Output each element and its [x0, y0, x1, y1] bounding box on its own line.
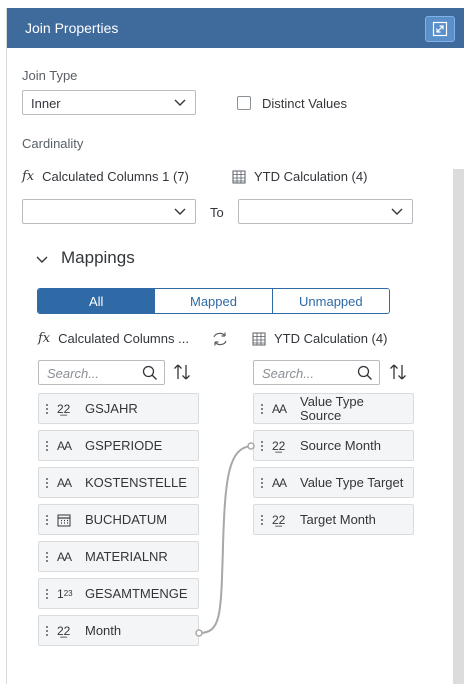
- date-type-icon: 2̲2: [57, 401, 71, 416]
- right-search-field[interactable]: Search...: [253, 360, 380, 385]
- string-type-icon: AA: [57, 475, 72, 490]
- join-type-value: Inner: [31, 96, 61, 111]
- left-search-field[interactable]: Search...: [38, 360, 165, 385]
- scrollbar[interactable]: [453, 169, 464, 684]
- to-label: To: [210, 205, 224, 220]
- drag-handle-icon[interactable]: [45, 588, 49, 599]
- column-label: GSPERIODE: [85, 437, 163, 453]
- string-type-icon: AA: [57, 438, 72, 453]
- segment-unmapped[interactable]: Unmapped: [271, 289, 389, 313]
- drag-handle-icon[interactable]: [260, 403, 264, 414]
- left-mapping-header: fx Calculated Columns ...: [38, 331, 189, 346]
- column-label: GESAMTMENGE: [85, 585, 188, 601]
- column-label: BUCHDATUM: [85, 511, 168, 527]
- column-label: Month: [85, 622, 122, 638]
- left-column-materialnr[interactable]: AA MATERIALNR: [38, 541, 199, 572]
- right-column-value-type-target[interactable]: AA Value Type Target: [253, 467, 414, 498]
- join-properties-panel: Join Properties Join Type Inner Distinct…: [6, 8, 464, 684]
- calendar-icon: [57, 513, 79, 527]
- mappings-title: Mappings: [61, 248, 135, 267]
- table-icon: [232, 170, 246, 183]
- drag-handle-icon[interactable]: [45, 403, 49, 414]
- left-column-buchdatum[interactable]: BUCHDATUM: [38, 504, 199, 535]
- string-type-icon: AA: [272, 401, 287, 416]
- segment-all[interactable]: All: [38, 289, 155, 313]
- left-column-month[interactable]: 2̲2 Month: [38, 615, 199, 646]
- formula-icon: fx: [22, 169, 35, 184]
- panel-title: Join Properties: [25, 20, 119, 36]
- search-icon[interactable]: [357, 365, 373, 381]
- search-icon[interactable]: [142, 365, 158, 381]
- join-type-label: Join Type: [22, 68, 78, 83]
- column-label: Source Month: [300, 437, 381, 453]
- collapse-chevron-icon[interactable]: [35, 254, 49, 266]
- swap-icon[interactable]: [211, 331, 229, 347]
- left-search-placeholder: Search...: [47, 366, 100, 381]
- string-type-icon: AA: [57, 549, 72, 564]
- column-label: KOSTENSTELLE: [85, 474, 187, 490]
- column-label: GSJAHR: [85, 400, 138, 416]
- drag-handle-icon[interactable]: [45, 477, 49, 488]
- drag-handle-icon[interactable]: [45, 514, 49, 525]
- right-column-source-month[interactable]: 2̲2 Source Month: [253, 430, 414, 461]
- sort-icon[interactable]: [389, 363, 407, 381]
- right-search-placeholder: Search...: [262, 366, 315, 381]
- left-column-gsperiode[interactable]: AA GSPERIODE: [38, 430, 199, 461]
- left-mapping-header-label: Calculated Columns ...: [58, 331, 189, 346]
- column-label: Value Type Target: [300, 474, 404, 490]
- drag-handle-icon[interactable]: [45, 440, 49, 451]
- number-type-icon: 1 23: [57, 586, 73, 601]
- chevron-down-icon: [174, 99, 186, 106]
- distinct-values-label: Distinct Values: [262, 96, 348, 111]
- mapping-filter-segmented: All Mapped Unmapped: [37, 288, 390, 314]
- column-label: MATERIALNR: [85, 548, 168, 564]
- left-column-gesamtmenge[interactable]: 1 23 GESAMTMENGE: [38, 578, 199, 609]
- left-column-gsjahr[interactable]: 2̲2 GSJAHR: [38, 393, 199, 424]
- join-type-select[interactable]: Inner: [22, 90, 196, 115]
- right-mapping-header-label: YTD Calculation (4): [274, 331, 388, 346]
- left-cardinality-select[interactable]: [22, 199, 196, 224]
- date-type-icon: 2̲2: [272, 438, 286, 453]
- formula-icon: fx: [38, 331, 51, 346]
- date-type-icon: 2̲2: [57, 623, 71, 638]
- cardinality-label: Cardinality: [22, 136, 84, 151]
- expand-icon: [432, 21, 448, 37]
- right-column-target-month[interactable]: 2̲2 Target Month: [253, 504, 414, 535]
- table-icon: [252, 332, 266, 345]
- drag-handle-icon[interactable]: [45, 625, 49, 636]
- left-column-kostenstelle[interactable]: AA KOSTENSTELLE: [38, 467, 199, 498]
- string-type-icon: AA: [272, 475, 287, 490]
- right-source-label: YTD Calculation (4): [254, 169, 368, 184]
- right-column-value-type-source[interactable]: AA Value Type Source: [253, 393, 414, 424]
- right-mapping-header: YTD Calculation (4): [252, 331, 387, 346]
- segment-mapped[interactable]: Mapped: [154, 289, 272, 313]
- panel-header: Join Properties: [7, 8, 464, 48]
- mapping-connector[interactable]: [193, 436, 263, 640]
- right-source: YTD Calculation (4): [232, 169, 367, 184]
- distinct-values-checkbox[interactable]: [237, 96, 251, 110]
- chevron-down-icon: [174, 208, 186, 215]
- left-source-label: Calculated Columns 1 (7): [42, 169, 189, 184]
- drag-handle-icon[interactable]: [45, 551, 49, 562]
- expand-button[interactable]: [425, 16, 455, 42]
- sort-icon[interactable]: [173, 363, 191, 381]
- column-label: Value Type Source: [300, 393, 364, 423]
- column-label: Target Month: [300, 511, 376, 527]
- date-type-icon: 2̲2: [272, 512, 286, 527]
- right-cardinality-select[interactable]: [238, 199, 413, 224]
- left-source: fx Calculated Columns 1 (7): [22, 169, 189, 184]
- chevron-down-icon: [391, 208, 403, 215]
